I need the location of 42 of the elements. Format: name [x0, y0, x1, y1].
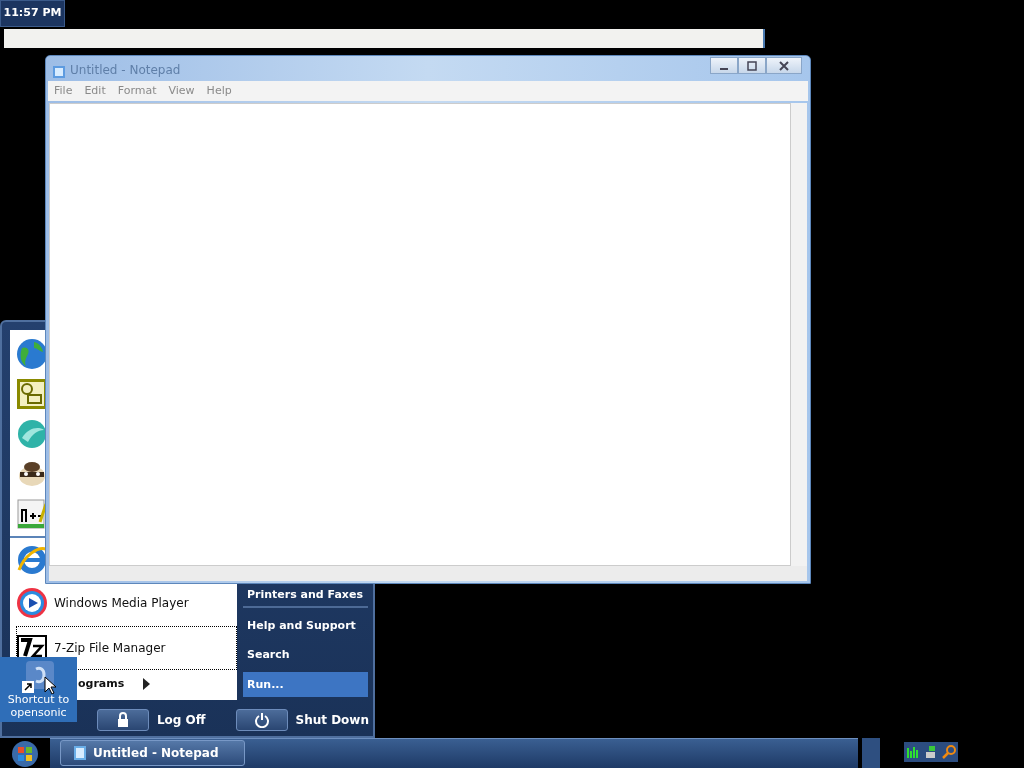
program-item[interactable]: Windows Media Player: [16, 586, 237, 620]
taskbar-button[interactable]: Untitled - Notepad: [60, 740, 245, 766]
search-icon[interactable]: [942, 745, 956, 759]
globe-icon[interactable]: [16, 338, 48, 370]
maximize-button[interactable]: [738, 57, 766, 74]
clock[interactable]: 11:57 PM: [0, 0, 65, 27]
minimize-button[interactable]: [710, 57, 738, 74]
browser-icon[interactable]: [16, 544, 48, 576]
maximize-icon: [747, 60, 757, 71]
menu-item[interactable]: File: [48, 81, 79, 101]
window-title: Untitled - Notepad: [70, 62, 181, 79]
meter-icon[interactable]: [906, 745, 920, 759]
cursor-icon: [44, 676, 56, 694]
vertical-scrollbar[interactable]: [791, 103, 807, 566]
close-button[interactable]: [766, 57, 802, 74]
power-icon: [253, 712, 270, 728]
menu-item[interactable]: Search: [243, 642, 368, 668]
icon-label: Shortcut to opensonic: [6, 693, 71, 719]
notepad-icon: [52, 65, 66, 79]
button-label: Log Off: [156, 712, 206, 729]
desktop-shortcut[interactable]: Shortcut to opensonic: [0, 657, 77, 722]
leaf-icon[interactable]: [16, 418, 48, 450]
notepad-icon: [73, 745, 87, 761]
menu-item[interactable]: Printers and Faxes: [243, 587, 368, 603]
menu-item[interactable]: Help and Support: [243, 614, 368, 638]
shortcut-icon: [21, 661, 56, 693]
media-player-icon: [16, 587, 48, 619]
button-label: Shut Down: [295, 712, 369, 729]
horizontal-scrollbar[interactable]: [49, 566, 807, 581]
editor-icon[interactable]: [16, 498, 48, 530]
taskbar-handle: [862, 738, 880, 768]
menu-item[interactable]: Help: [200, 81, 238, 101]
menu-item[interactable]: Format: [111, 81, 163, 101]
start-button[interactable]: [10, 740, 40, 768]
close-icon: [779, 60, 789, 71]
menu-item[interactable]: View: [162, 81, 201, 101]
menu-item[interactable]: Run...: [243, 672, 368, 697]
calendar-icon[interactable]: [16, 378, 48, 410]
minimize-icon: [720, 68, 728, 70]
arrow-icon: [142, 678, 151, 690]
shut-down-button[interactable]: [235, 709, 288, 731]
log-off-button[interactable]: [96, 709, 149, 731]
